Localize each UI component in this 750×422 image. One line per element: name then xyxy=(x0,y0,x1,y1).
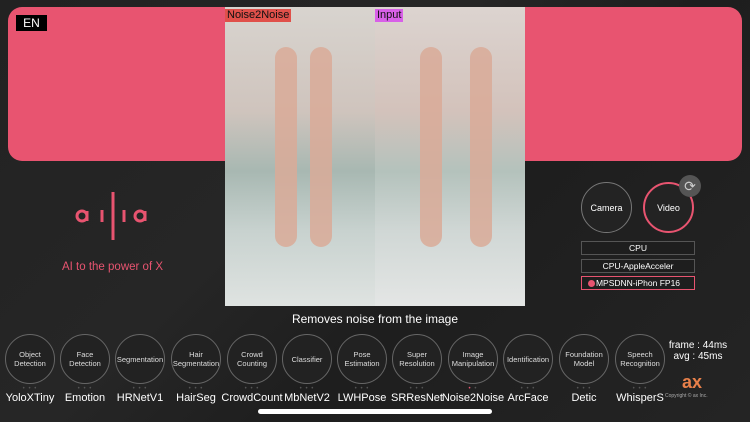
avg-time: avg : 45ms xyxy=(673,351,723,362)
category-label: Super Resolution xyxy=(399,350,435,368)
scrollbar[interactable] xyxy=(258,409,492,414)
preview-image: Noise2Noise Input xyxy=(225,7,525,306)
camera-button[interactable]: Camera xyxy=(581,182,632,233)
copyright: Copyright © ax Inc. xyxy=(665,393,708,399)
device-cpu-apple[interactable]: CPU-AppleAcceler xyxy=(581,259,695,273)
category-label: Image Manipulation xyxy=(451,350,495,368)
video-label: Video xyxy=(657,202,680,213)
input-image xyxy=(375,7,525,306)
refresh-icon[interactable]: ⟳ xyxy=(679,175,701,197)
category-button[interactable]: Pose Estimation xyxy=(337,334,387,384)
category-label: Segmentation xyxy=(116,354,164,364)
device-label: CPU-AppleAcceler xyxy=(602,261,674,271)
category-button[interactable]: Foundation Model xyxy=(559,334,609,384)
output-image xyxy=(225,7,375,306)
camera-label: Camera xyxy=(590,202,623,213)
category-label: Object Detection xyxy=(14,350,46,368)
device-cpu[interactable]: CPU xyxy=(581,241,695,255)
category-label: Foundation Model xyxy=(565,350,603,368)
device-mpsdnn[interactable]: MPSDNN-iPhon FP16 xyxy=(581,276,695,290)
category-button[interactable]: Super Resolution xyxy=(392,334,442,384)
category-label: Hair Segmentation xyxy=(172,350,220,368)
category-button[interactable]: Hair Segmentation xyxy=(171,334,221,384)
category-button[interactable]: Segmentation xyxy=(115,334,165,384)
category-label: Identification xyxy=(506,354,550,364)
category-label: Speech Recognition xyxy=(620,350,660,368)
device-label: CPU xyxy=(629,243,647,253)
device-label: MPSDNN-iPhon FP16 xyxy=(595,278,681,288)
input-label: Input xyxy=(375,9,404,22)
category-button[interactable]: Speech Recognition xyxy=(615,334,665,384)
language-button[interactable]: EN xyxy=(16,15,47,31)
timing-stats: frame : 44ms avg : 45ms xyxy=(663,340,733,362)
category-button[interactable]: Face Detection xyxy=(60,334,110,384)
category-button[interactable]: Crowd Counting xyxy=(227,334,277,384)
tagline: AI to the power of X xyxy=(62,261,164,273)
category-label: Crowd Counting xyxy=(236,350,268,368)
category-label: Face Detection xyxy=(69,350,101,368)
category-button[interactable]: Image Manipulation xyxy=(448,334,498,384)
category-button[interactable]: Object Detection xyxy=(5,334,55,384)
model-description: Removes noise from the image xyxy=(291,312,459,326)
category-label: Classifier xyxy=(291,354,323,364)
ailia-logo xyxy=(75,192,147,240)
ax-logo: ax xyxy=(682,372,703,392)
category-button[interactable]: Classifier xyxy=(282,334,332,384)
category-label: Pose Estimation xyxy=(344,350,380,368)
category-button[interactable]: Identification xyxy=(503,334,553,384)
output-label: Noise2Noise xyxy=(225,9,292,22)
selected-dot-icon xyxy=(588,280,595,287)
frame-time: frame : 44ms xyxy=(668,340,728,351)
